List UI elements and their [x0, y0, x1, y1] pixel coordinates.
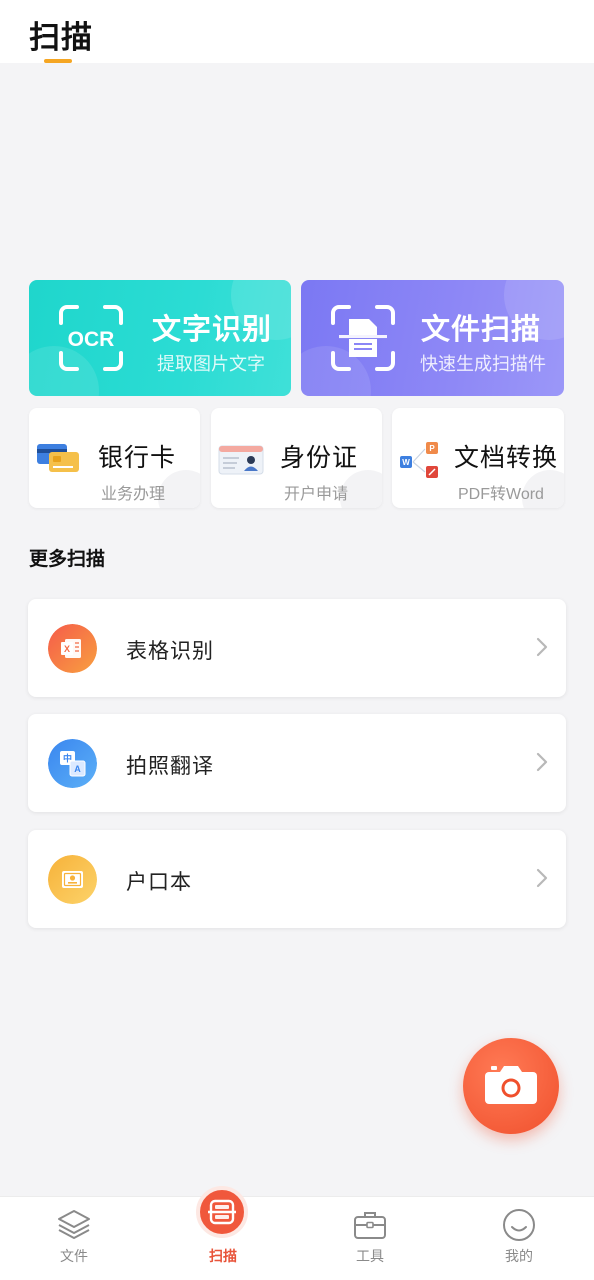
header: 扫描	[0, 0, 594, 63]
id-card-icon	[218, 445, 264, 475]
nav-label: 扫描	[209, 1248, 237, 1264]
svg-text:X: X	[64, 644, 70, 654]
id-card-title: 身份证	[280, 444, 359, 472]
chevron-right-icon	[536, 637, 548, 657]
nav-item-files[interactable]: 文件	[34, 1197, 114, 1280]
bank-card-title: 银行卡	[98, 444, 177, 472]
svg-text:A: A	[74, 764, 81, 774]
excel-table-icon: X	[48, 624, 97, 673]
list-item-label: 拍照翻译	[126, 755, 214, 778]
nav-label: 工具	[356, 1248, 384, 1264]
bank-card-card[interactable]: 银行卡 业务办理	[29, 408, 200, 508]
list-item-label: 表格识别	[126, 640, 214, 663]
ocr-card-subtitle: 提取图片文字	[157, 354, 265, 374]
document-convert-icon: W P	[400, 442, 438, 478]
file-scan-card-title: 文件扫描	[421, 314, 542, 346]
ocr-scan-icon: OCR	[59, 305, 123, 371]
list-item-table-recognition[interactable]: X 表格识别	[28, 599, 566, 697]
svg-text:P: P	[429, 444, 435, 453]
document-scan-icon	[331, 305, 395, 371]
bank-card-icon	[37, 444, 79, 472]
document-convert-title: 文档转换	[454, 444, 559, 472]
ocr-card[interactable]: OCR 文字识别 提取图片文字	[29, 280, 291, 396]
nav-label: 文件	[60, 1248, 88, 1264]
title-underline	[44, 59, 72, 63]
smile-icon	[503, 1209, 535, 1241]
chevron-right-icon	[536, 868, 548, 888]
nav-item-tools[interactable]: 工具	[330, 1197, 410, 1280]
camera-button[interactable]	[463, 1038, 559, 1134]
ocr-icon-text: OCR	[68, 328, 115, 351]
chevron-right-icon	[536, 752, 548, 772]
camera-icon	[485, 1066, 537, 1104]
ocr-card-title: 文字识别	[152, 314, 273, 346]
scan-tab-bubble[interactable]	[196, 1186, 248, 1238]
id-card-card[interactable]: 身份证 开户申请	[211, 408, 382, 508]
page-title: 扫描	[29, 20, 93, 55]
document-convert-card[interactable]: W P 文档转换 PDF转Word	[392, 408, 564, 508]
layers-icon	[58, 1210, 90, 1239]
translate-icon: 中 A	[48, 739, 97, 788]
bottom-nav: 文件 扫描 工具 我的	[0, 1196, 594, 1280]
nav-item-mine[interactable]: 我的	[479, 1197, 559, 1280]
bank-card-subtitle: 业务办理	[101, 486, 166, 503]
document-convert-subtitle: PDF转Word	[458, 486, 544, 503]
list-item-label: 户口本	[126, 871, 192, 894]
toolbox-icon	[354, 1212, 386, 1239]
id-card-subtitle: 开户申请	[284, 486, 349, 503]
list-item-photo-translate[interactable]: 中 A 拍照翻译	[28, 714, 566, 812]
file-scan-card-subtitle: 快速生成扫描件	[420, 354, 546, 374]
svg-text:W: W	[402, 458, 410, 467]
file-scan-card[interactable]: 文件扫描 快速生成扫描件	[301, 280, 564, 396]
household-register-icon	[48, 855, 97, 904]
nav-label: 我的	[505, 1248, 533, 1264]
list-item-household-register[interactable]: 户口本	[28, 830, 566, 928]
scan-icon	[208, 1199, 236, 1225]
more-scan-section-title: 更多扫描	[29, 549, 106, 570]
